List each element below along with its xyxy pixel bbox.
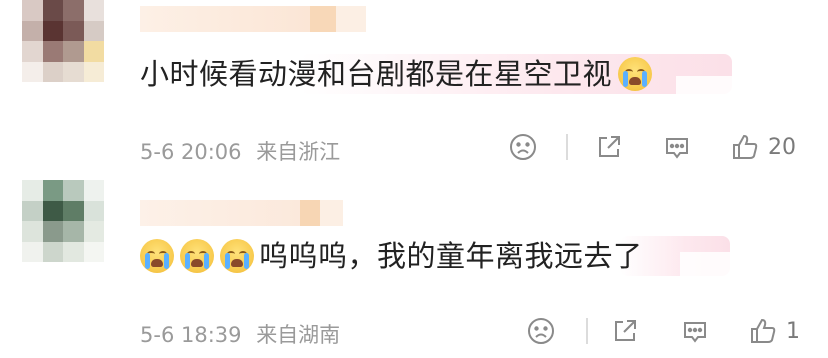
avatar[interactable] <box>22 180 104 262</box>
avatar[interactable] <box>22 0 104 82</box>
share-button[interactable] <box>610 311 640 351</box>
divider <box>586 318 588 344</box>
comment-meta: 5-6 20:06 来自浙江 <box>140 136 340 166</box>
sad-face-icon <box>528 318 554 344</box>
crying-face-emoji-icon <box>180 239 214 273</box>
comment-location: 来自湖南 <box>256 323 341 347</box>
crying-face-emoji-icon <box>618 57 653 91</box>
like-button[interactable]: 1 <box>748 311 800 351</box>
crying-face-emoji-icon <box>140 239 174 273</box>
comment-location: 来自浙江 <box>256 140 341 164</box>
comment-text-content: 呜呜呜，我的童年离我远去了 <box>259 239 643 273</box>
comment-meta: 5-6 18:39 来自湖南 <box>140 319 340 349</box>
comment-actions: 1 <box>526 311 826 351</box>
username-blurred[interactable] <box>140 200 343 226</box>
react-button[interactable] <box>508 127 538 167</box>
sad-face-icon <box>510 134 536 160</box>
share-button[interactable] <box>594 127 624 167</box>
comment-item: 小时候看动漫和台剧都是在星空卫视 5-6 20:06 来自浙江 20 <box>0 0 828 180</box>
crying-face-emoji-icon <box>220 239 254 273</box>
comment-time: 5-6 20:06 <box>140 140 242 164</box>
comment-button[interactable] <box>680 311 710 351</box>
comment-text-content: 小时候看动漫和台剧都是在星空卫视 <box>140 57 613 91</box>
comment-button[interactable] <box>662 127 692 167</box>
like-count: 1 <box>786 318 800 344</box>
share-icon <box>615 320 636 341</box>
comment-time: 5-6 18:39 <box>140 323 242 347</box>
divider <box>566 134 568 160</box>
like-count: 20 <box>768 134 796 160</box>
comment-text: 小时候看动漫和台剧都是在星空卫视 <box>140 54 655 94</box>
react-button[interactable] <box>526 311 556 351</box>
like-button[interactable]: 20 <box>730 127 796 167</box>
comment-actions: 20 <box>508 127 818 167</box>
share-icon <box>599 136 620 157</box>
comment-item: 呜呜呜，我的童年离我远去了 5-6 18:39 来自湖南 1 <box>0 180 828 358</box>
comment-icon <box>684 322 706 343</box>
blur-patch <box>676 76 746 106</box>
thumbs-up-icon <box>751 318 776 343</box>
blur-patch <box>680 252 740 284</box>
comment-icon <box>666 138 688 159</box>
comment-text: 呜呜呜，我的童年离我远去了 <box>140 236 643 276</box>
thumbs-up-icon <box>733 134 758 159</box>
username-blurred[interactable] <box>140 6 366 32</box>
